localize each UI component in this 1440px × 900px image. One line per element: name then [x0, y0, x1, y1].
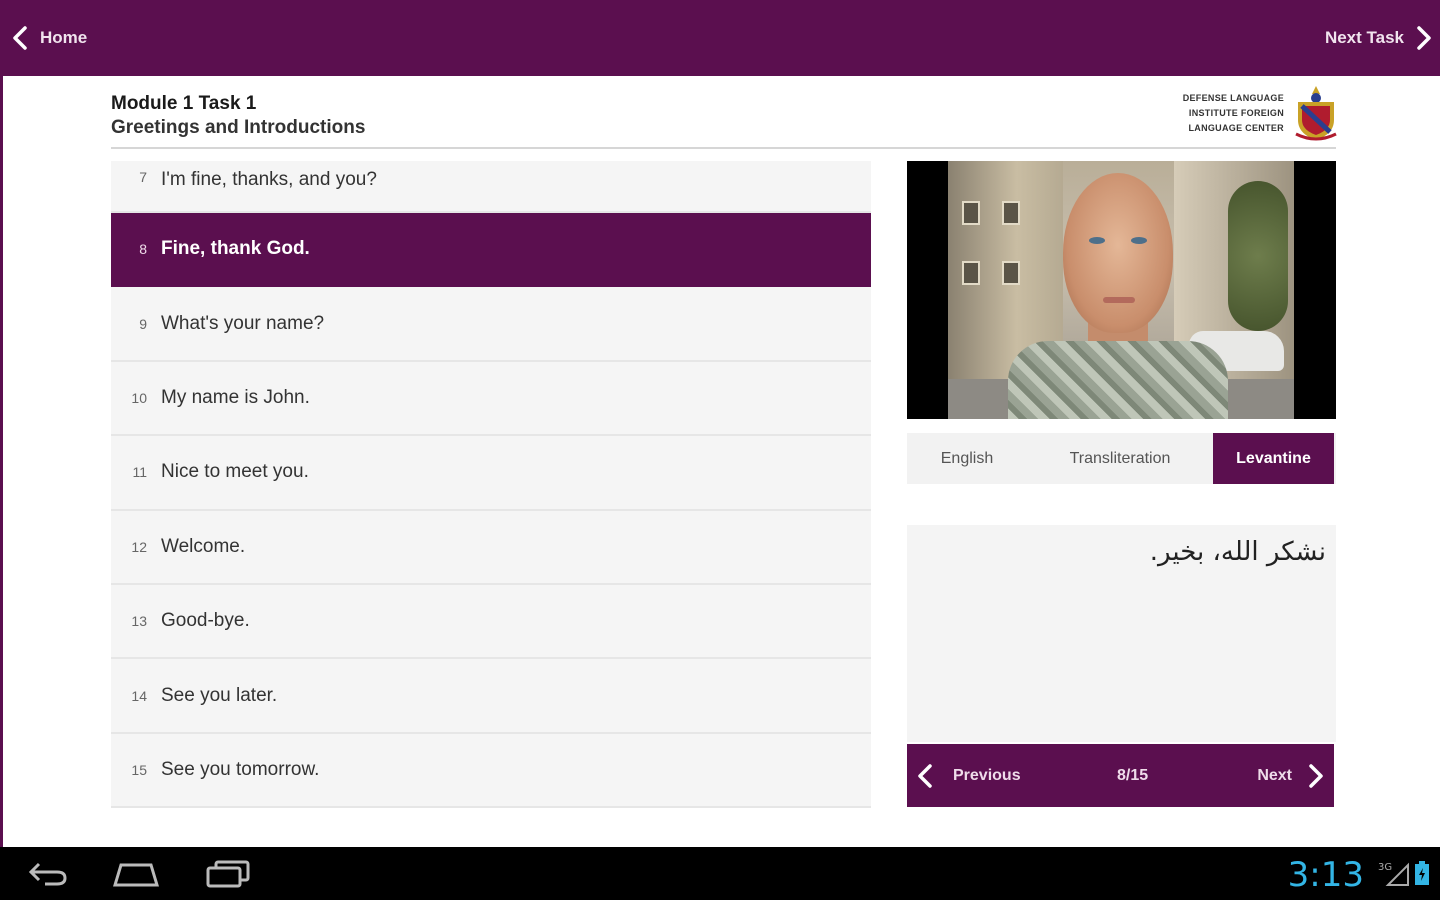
phrase-text: I'm fine, thanks, and you?: [161, 169, 377, 190]
home-label: Home: [40, 28, 88, 47]
system-navigation-bar: 3:13 3G: [0, 847, 1440, 900]
phrase-counter: 8/15: [1117, 767, 1149, 784]
avatar-uniform: [1008, 341, 1228, 419]
logo-line-2: INSTITUTE FOREIGN: [1188, 107, 1284, 118]
list-item-selected[interactable]: 8 Fine, thank God.: [111, 213, 871, 288]
phrase-text: Nice to meet you.: [161, 461, 309, 483]
window: [962, 261, 980, 285]
crest-icon: [1295, 86, 1337, 141]
chevron-right-icon: [1417, 26, 1431, 50]
phrase-number: 15: [131, 761, 147, 778]
video-scene: [948, 161, 1294, 419]
header-divider: [111, 147, 1336, 149]
signal-icon: 3G: [1378, 862, 1409, 886]
app-bar: Home Next Task: [0, 0, 1440, 76]
previous-label: Previous: [953, 766, 1021, 784]
next-button[interactable]: Next: [1257, 744, 1324, 807]
home-icon: [113, 863, 159, 887]
language-tabs: English Transliteration Levantine: [907, 433, 1336, 484]
phrase-text: See you tomorrow.: [161, 758, 320, 780]
list-item[interactable]: 12 Welcome.: [111, 510, 871, 585]
phrase-number: 13: [131, 613, 147, 630]
phrase-number: 12: [131, 538, 147, 555]
module-subtitle: Greetings and Introductions: [111, 117, 366, 138]
logo-text: DEFENSE LANGUAGE INSTITUTE FOREIGN LANGU…: [1154, 91, 1284, 136]
window: [1002, 201, 1020, 225]
network-type: 3G: [1378, 862, 1392, 873]
chevron-left-icon: [13, 26, 27, 50]
list-item[interactable]: 10 My name is John.: [111, 361, 871, 437]
clock: 3:13: [1287, 855, 1364, 895]
list-item[interactable]: 7 I'm fine, thanks, and you?: [111, 161, 871, 213]
phrase-number: 10: [131, 389, 147, 406]
list-item[interactable]: 15 See you tomorrow.: [111, 733, 871, 808]
phrase-number: 8: [139, 241, 147, 258]
phrase-number: 14: [131, 687, 147, 704]
next-label: Next: [1257, 766, 1292, 784]
back-arrow-icon: [28, 862, 67, 886]
list-item[interactable]: 11 Nice to meet you.: [111, 436, 871, 511]
recent-apps-icon: [206, 860, 250, 888]
phrase-text: Welcome.: [161, 535, 246, 557]
list-item[interactable]: 14 See you later.: [111, 659, 871, 734]
back-button[interactable]: [18, 857, 78, 891]
module-title: Module 1 Task 1: [111, 93, 257, 114]
tab-transliteration[interactable]: Transliteration: [1027, 433, 1213, 484]
phrase-text: My name is John.: [161, 386, 310, 408]
avatar-video[interactable]: [907, 161, 1336, 419]
phrase-list[interactable]: 7 I'm fine, thanks, and you? 8 Fine, tha…: [111, 161, 871, 808]
phrase-text: Fine, thank God.: [161, 238, 310, 260]
main-content: Module 1 Task 1 Greetings and Introducti…: [3, 76, 1440, 847]
dli-logo: DEFENSE LANGUAGE INSTITUTE FOREIGN LANGU…: [1154, 84, 1338, 142]
phrase-number: 7: [139, 169, 147, 185]
list-item[interactable]: 13 Good-bye.: [111, 584, 871, 660]
arabic-translation: نشكر الله، بخير.: [1149, 537, 1326, 567]
avatar-head: [1063, 173, 1173, 333]
window: [1002, 261, 1020, 285]
chevron-right-icon: [1309, 763, 1323, 788]
phrase-text: See you later.: [161, 684, 278, 706]
list-item[interactable]: 9 What's your name?: [111, 287, 871, 362]
status-icons: 3G: [1378, 859, 1430, 887]
phrase-text: Good-bye.: [161, 610, 250, 632]
avatar-mouth: [1103, 297, 1135, 303]
chevron-left-icon: [918, 763, 932, 788]
phrase-pager: Previous 8/15 Next: [907, 744, 1334, 807]
recent-apps-button[interactable]: [198, 857, 258, 891]
home-button[interactable]: Home: [12, 22, 87, 54]
avatar-eye: [1089, 237, 1105, 244]
phrase-number: 11: [132, 464, 147, 481]
window: [962, 201, 980, 225]
home-system-button[interactable]: [106, 857, 166, 891]
translation-panel: نشكر الله، بخير.: [907, 525, 1336, 742]
logo-line-3: LANGUAGE CENTER: [1188, 122, 1284, 133]
avatar-eye: [1131, 237, 1147, 244]
previous-button[interactable]: Previous: [917, 744, 1021, 807]
next-task-button[interactable]: Next Task: [1325, 22, 1432, 54]
tab-levantine[interactable]: Levantine: [1213, 433, 1334, 484]
battery-icon: [1415, 861, 1429, 885]
logo-line-1: DEFENSE LANGUAGE: [1182, 92, 1284, 103]
tree: [1228, 181, 1288, 331]
tab-english[interactable]: English: [907, 433, 1027, 484]
next-task-label: Next Task: [1324, 28, 1404, 47]
phrase-text: What's your name?: [161, 312, 325, 334]
phrase-number: 9: [139, 315, 147, 332]
page-header: Module 1 Task 1 Greetings and Introducti…: [111, 92, 365, 140]
